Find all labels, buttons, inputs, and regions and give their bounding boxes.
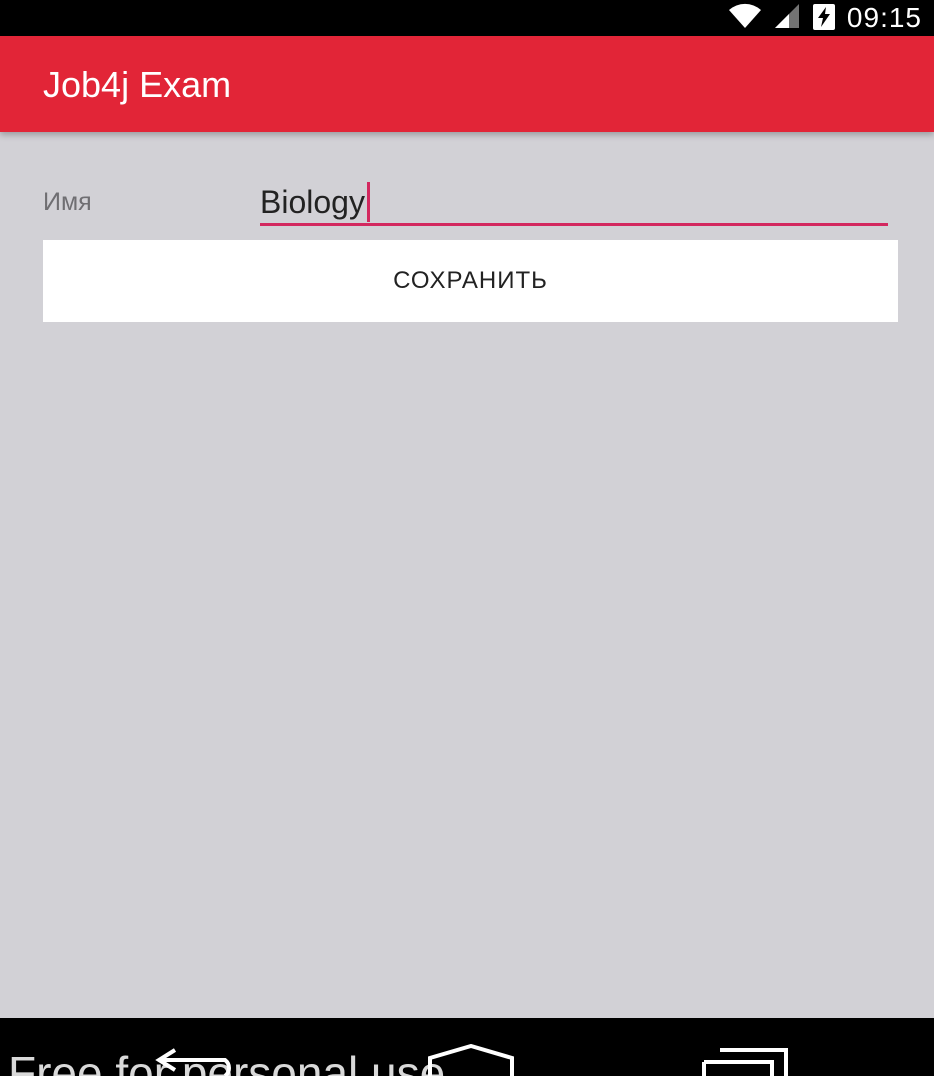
- signal-icon: [773, 2, 801, 35]
- name-label: Имя: [43, 188, 92, 216]
- name-input-value-wrap: Biology: [260, 182, 370, 222]
- recents-icon[interactable]: [700, 1046, 790, 1076]
- save-button[interactable]: СОХРАНИТЬ: [43, 240, 898, 322]
- name-input[interactable]: Biology: [260, 176, 888, 226]
- app-title: Job4j Exam: [43, 64, 232, 105]
- screen: 09:15 Job4j Exam Имя Biology СОХРАНИТЬ F…: [0, 0, 934, 1076]
- status-icons: 09:15: [727, 0, 922, 36]
- name-input-value: Biology: [260, 183, 365, 220]
- app-bar: Job4j Exam: [0, 36, 934, 132]
- status-bar: 09:15: [0, 0, 934, 36]
- status-time: 09:15: [846, 2, 922, 33]
- text-cursor: [366, 182, 370, 222]
- watermark: Free for personal use: [8, 1047, 446, 1076]
- battery-charging-icon: [811, 1, 837, 36]
- wifi-icon: [727, 2, 763, 35]
